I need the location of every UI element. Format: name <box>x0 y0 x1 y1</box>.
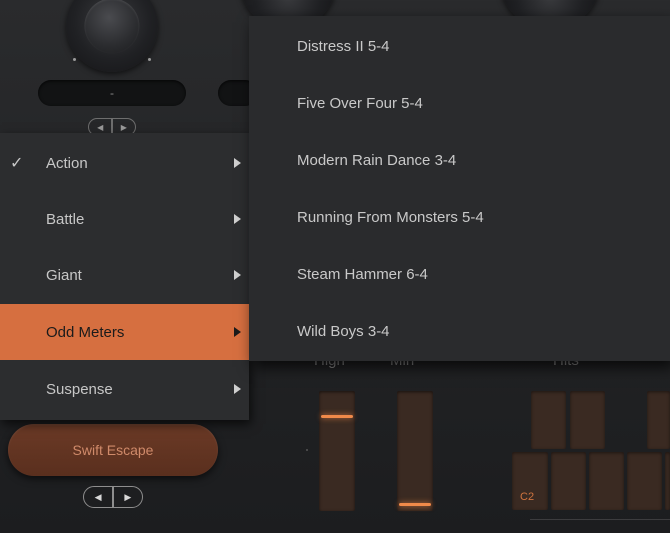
hit-pad[interactable] <box>627 452 662 510</box>
value-display-text: - <box>110 86 114 100</box>
prev-preset-icon[interactable]: ◀ <box>84 487 112 507</box>
category-menu: ✓ Action Battle Giant Odd Meters Suspens… <box>0 133 249 420</box>
macro-knob-1[interactable] <box>66 0 158 72</box>
submenu-item[interactable]: Running From Monsters 5-4 <box>249 189 670 245</box>
submenu-item-label: Modern Rain Dance 3-4 <box>297 151 457 169</box>
min-slider[interactable] <box>397 391 433 511</box>
submenu-item[interactable]: Steam Hammer 6-4 <box>249 246 670 302</box>
pad-note-label: C2 <box>520 491 535 503</box>
menu-item-suspense[interactable]: Suspense <box>0 361 249 417</box>
submenu-item[interactable]: Distress II 5-4 <box>249 18 670 74</box>
menu-item-label: Odd Meters <box>46 323 125 341</box>
submenu-item[interactable]: Wild Boys 3-4 <box>249 303 670 359</box>
hit-pad[interactable] <box>570 391 605 449</box>
preset-button-label: Swift Escape <box>72 442 154 458</box>
high-slider-handle[interactable] <box>321 415 353 418</box>
instrument-panel: - ◀ ▶ Swift Escape ◀ ▶ High Min Hits C2 … <box>0 0 670 533</box>
knob-max-dot <box>148 58 151 61</box>
knob-min-dot <box>73 58 76 61</box>
submenu-arrow-icon <box>234 327 241 337</box>
submenu-item-label: Distress II 5-4 <box>297 37 390 55</box>
menu-item-giant[interactable]: Giant <box>0 247 249 303</box>
hit-pad[interactable] <box>647 391 670 449</box>
submenu-arrow-icon <box>234 384 241 394</box>
menu-item-battle[interactable]: Battle <box>0 191 249 247</box>
hit-pad[interactable] <box>551 452 586 510</box>
check-icon: ✓ <box>10 155 24 172</box>
submenu-arrow-icon <box>234 158 241 168</box>
preset-button[interactable]: Swift Escape <box>8 424 218 476</box>
menu-item-label: Battle <box>46 210 85 228</box>
min-slider-handle[interactable] <box>399 503 431 506</box>
submenu-item-label: Steam Hammer 6-4 <box>297 265 428 283</box>
hit-pad[interactable] <box>589 452 624 510</box>
menu-item-label: Action <box>46 154 88 172</box>
high-slider[interactable] <box>319 391 355 511</box>
submenu-arrow-icon <box>234 270 241 280</box>
divider-line <box>530 519 670 520</box>
submenu-item-label: Running From Monsters 5-4 <box>297 208 484 226</box>
submenu-item[interactable]: Modern Rain Dance 3-4 <box>249 132 670 188</box>
menu-item-action[interactable]: ✓ Action <box>0 135 249 191</box>
slider-tick <box>306 449 308 451</box>
menu-item-label: Giant <box>46 266 82 284</box>
menu-item-odd-meters[interactable]: Odd Meters <box>0 304 249 360</box>
submenu-item-label: Wild Boys 3-4 <box>297 322 390 340</box>
hit-pad[interactable] <box>665 452 670 510</box>
knob-cap <box>84 0 140 54</box>
preset-submenu: Distress II 5-4 Five Over Four 5-4 Moder… <box>249 16 670 361</box>
submenu-item-label: Five Over Four 5-4 <box>297 94 423 112</box>
menu-item-label: Suspense <box>46 380 113 398</box>
submenu-item[interactable]: Five Over Four 5-4 <box>249 75 670 131</box>
submenu-arrow-icon <box>234 214 241 224</box>
next-preset-icon[interactable]: ▶ <box>114 487 142 507</box>
value-display: - <box>38 80 186 106</box>
preset-arrows: ◀ ▶ <box>83 486 143 508</box>
hit-pad[interactable] <box>531 391 566 449</box>
